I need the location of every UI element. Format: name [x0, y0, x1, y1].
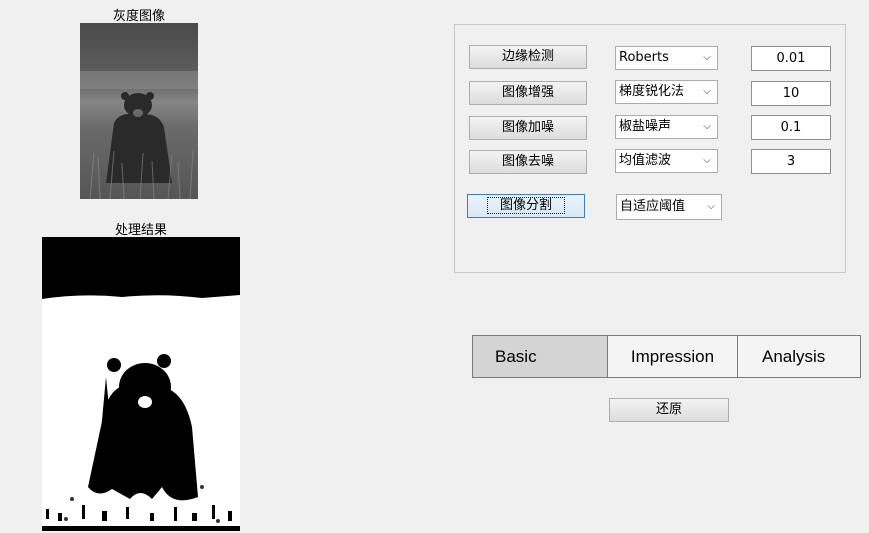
tab-basic[interactable]: Basic [472, 335, 608, 378]
gray-image [80, 23, 198, 199]
chevron-down-icon: ⌵ [700, 47, 714, 69]
segment-button[interactable]: 图像分割 [467, 194, 585, 218]
edge-detect-select-value: Roberts [619, 50, 669, 65]
result-image-title: 处理结果 [42, 219, 240, 238]
tab-analysis-label: Analysis [762, 347, 825, 366]
noise-type-select[interactable]: 椒盐噪声 ⌵ [615, 115, 718, 139]
enhance-select-value: 梯度锐化法 [619, 84, 684, 99]
enhance-button[interactable]: 图像增强 [469, 81, 587, 105]
tab-impression[interactable]: Impression [607, 335, 738, 378]
edge-threshold-field[interactable]: 0.01 [751, 46, 831, 71]
tab-basic-label: Basic [495, 347, 537, 366]
result-image [42, 237, 240, 531]
noise-type-select-value: 椒盐噪声 [619, 119, 671, 134]
chevron-down-icon: ⌵ [700, 81, 714, 103]
segment-method-select[interactable]: 自适应阈值 ⌵ [616, 194, 722, 220]
gray-image-title: 灰度图像 [80, 5, 198, 24]
chevron-down-icon: ⌵ [704, 195, 718, 219]
denoise-button[interactable]: 图像去噪 [469, 150, 587, 174]
edge-detect-button[interactable]: 边缘检测 [469, 45, 587, 69]
enhance-select[interactable]: 梯度锐化法 ⌵ [615, 80, 718, 104]
chevron-down-icon: ⌵ [700, 116, 714, 138]
noise-density-field[interactable]: 0.1 [751, 115, 831, 140]
denoise-filter-select-value: 均值滤波 [619, 153, 671, 168]
segment-button-label: 图像分割 [487, 197, 565, 214]
filter-size-field[interactable]: 3 [751, 149, 831, 174]
enhance-param-field[interactable]: 10 [751, 81, 831, 106]
add-noise-button[interactable]: 图像加噪 [469, 116, 587, 140]
tab-analysis[interactable]: Analysis [737, 335, 861, 378]
edge-detect-select[interactable]: Roberts ⌵ [615, 46, 718, 70]
chevron-down-icon: ⌵ [700, 150, 714, 172]
segment-method-select-value: 自适应阈值 [620, 199, 685, 214]
denoise-filter-select[interactable]: 均值滤波 ⌵ [615, 149, 718, 173]
reset-button[interactable]: 还原 [609, 398, 729, 422]
tab-impression-label: Impression [631, 347, 714, 366]
